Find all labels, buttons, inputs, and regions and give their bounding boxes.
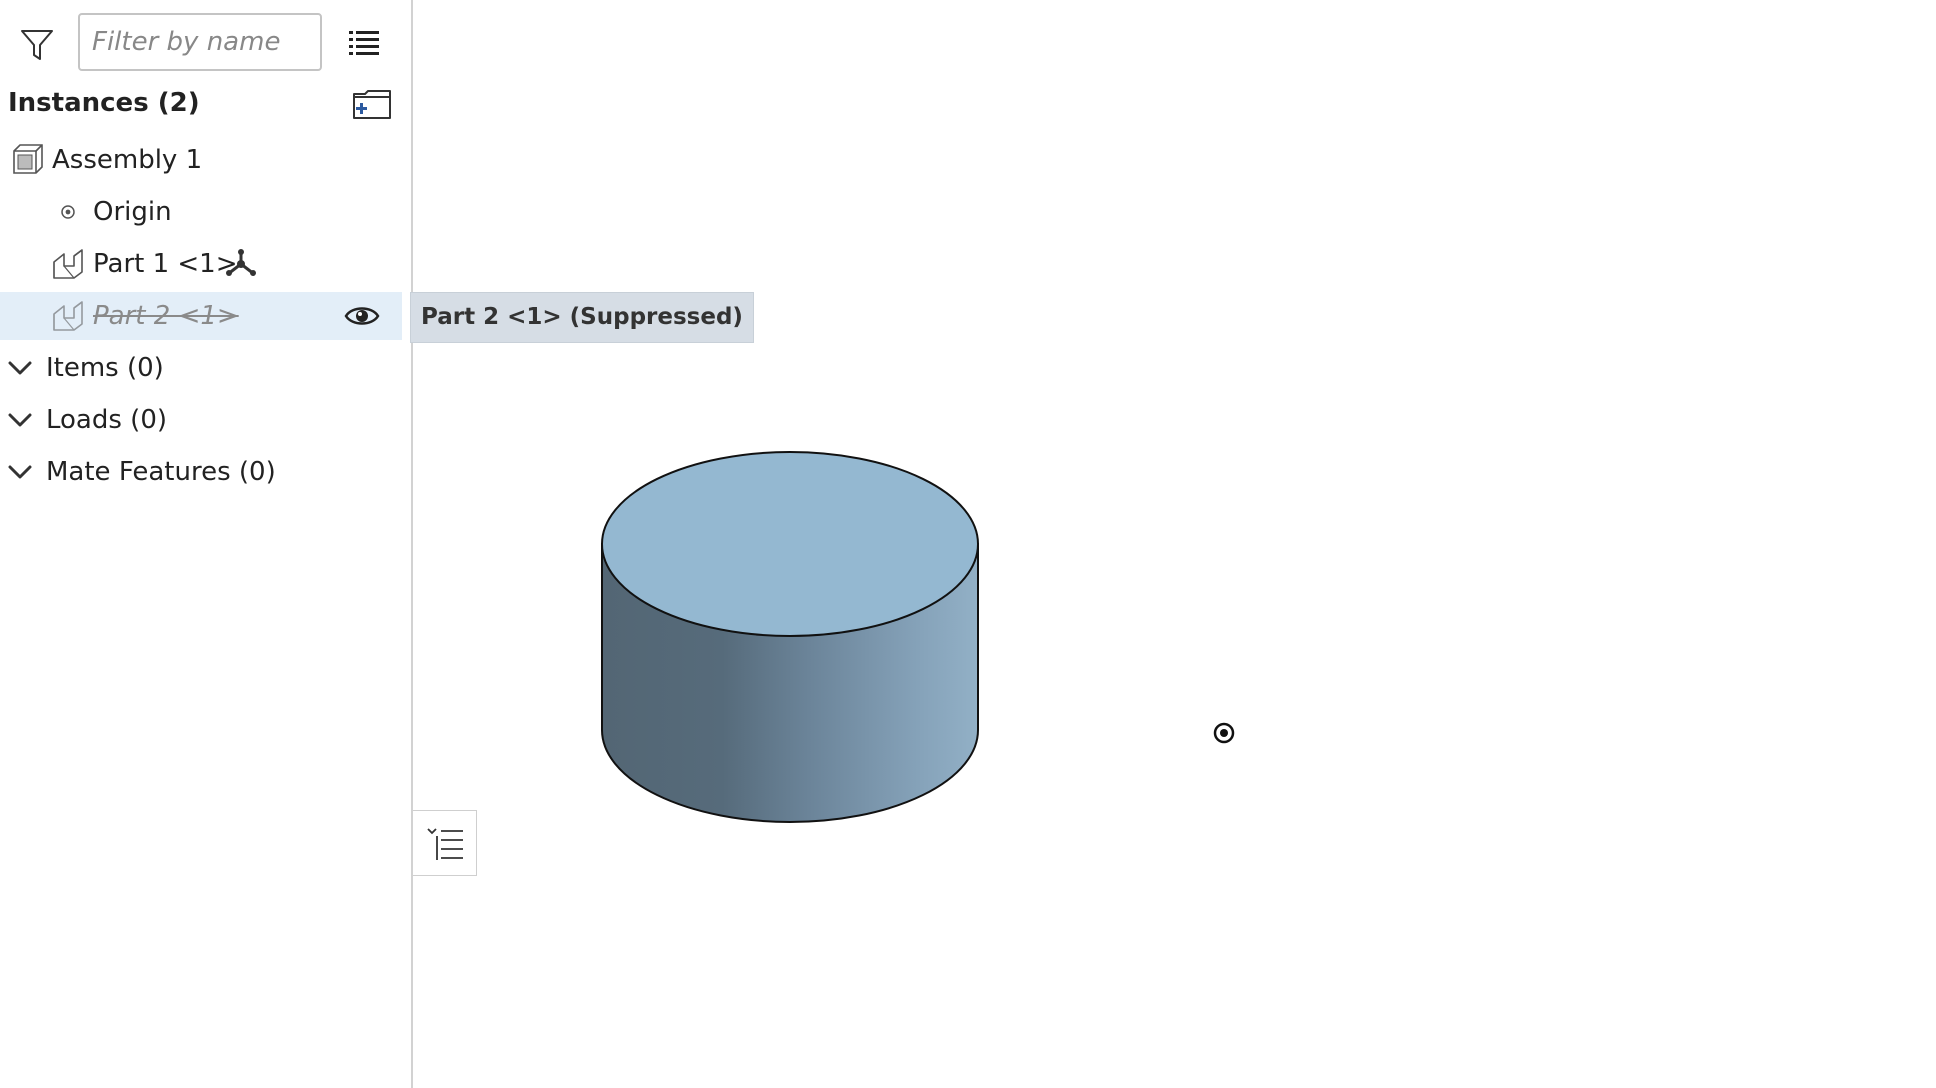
filter-bar [0, 10, 411, 72]
tree-row-label: Part 1 <1> [93, 249, 238, 279]
filter-icon[interactable] [20, 28, 54, 62]
instances-header: Instances (2) [8, 84, 403, 124]
instance-list-panel: Instances (2) Assembly 1 [0, 0, 413, 1088]
tree-row-label: Assembly 1 [52, 145, 203, 175]
tree-row-label: Origin [93, 197, 172, 227]
tree-row-assembly[interactable]: Assembly 1 [0, 136, 402, 184]
list-toggle-icon [427, 827, 465, 867]
part-icon [52, 300, 84, 336]
section-loads[interactable]: Loads (0) [0, 396, 402, 444]
tree-row-origin[interactable]: Origin [0, 188, 402, 236]
eye-icon[interactable] [344, 304, 380, 332]
section-items[interactable]: Items (0) [0, 344, 402, 392]
tree-row-part-2[interactable]: Part 2 <1> [0, 292, 402, 340]
tree-row-label: Part 2 <1> [93, 301, 239, 331]
chevron-down-icon[interactable] [8, 410, 32, 430]
list-view-icon[interactable] [349, 28, 379, 58]
chevron-down-icon[interactable] [8, 358, 32, 378]
origin-icon [60, 204, 76, 224]
tree-row-part-1[interactable]: Part 1 <1> [0, 240, 402, 288]
suppressed-tooltip: Part 2 <1> (Suppressed) [410, 292, 754, 343]
section-label: Loads (0) [46, 405, 168, 435]
section-mate-features[interactable]: Mate Features (0) [0, 448, 402, 496]
part-icon [52, 248, 84, 284]
section-label: Mate Features (0) [46, 457, 276, 487]
mate-connector-icon [224, 248, 258, 284]
filter-by-name-input[interactable] [78, 13, 322, 71]
origin-marker-icon[interactable] [1212, 721, 1236, 745]
new-folder-icon[interactable] [352, 88, 392, 120]
cylinder-part[interactable] [600, 450, 986, 830]
chevron-down-icon[interactable] [8, 462, 32, 482]
onshape-assembly-app: Instances (2) Assembly 1 [0, 0, 1936, 1088]
instances-title: Instances (2) [8, 88, 200, 118]
list-toggle-button[interactable] [413, 810, 477, 876]
assembly-icon [12, 143, 44, 179]
section-label: Items (0) [46, 353, 164, 383]
